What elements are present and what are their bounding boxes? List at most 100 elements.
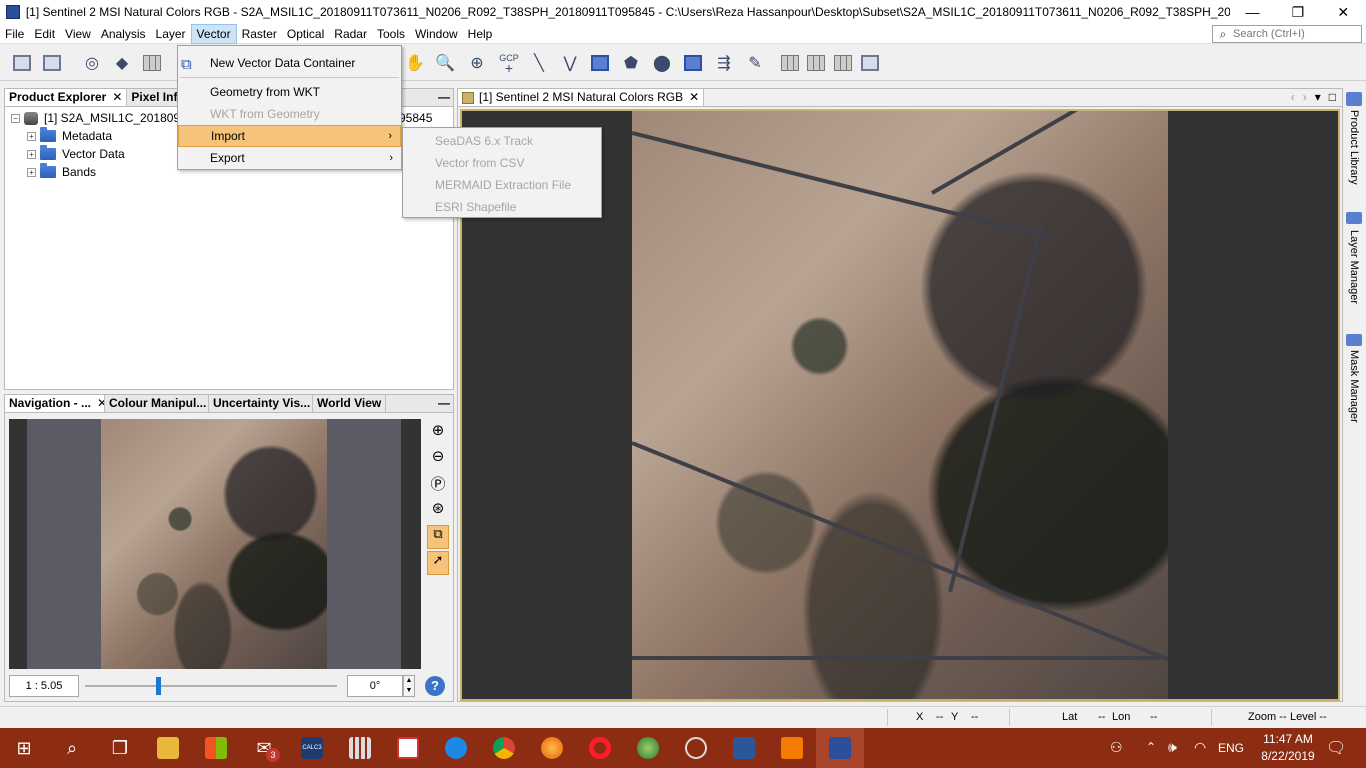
globe-app-icon[interactable] — [672, 728, 720, 768]
tab-colour-manipulation[interactable]: Colour Manipul... — [105, 395, 209, 412]
rotation-stepper[interactable]: ▲ ▼ — [403, 675, 415, 697]
tab-world-view[interactable]: World View — [313, 395, 387, 412]
sidebar-layer-manager[interactable]: Layer Manager — [1348, 230, 1360, 304]
menu-analysis[interactable]: Analysis — [96, 24, 151, 44]
file-explorer-icon[interactable] — [144, 728, 192, 768]
menu-edit[interactable]: Edit — [29, 24, 60, 44]
sync-app-icon[interactable] — [432, 728, 480, 768]
menu-window[interactable]: Window — [410, 24, 463, 44]
snap-taskbar-icon[interactable] — [816, 728, 864, 768]
close-icon[interactable]: ✕ — [689, 89, 699, 106]
help-icon[interactable]: ? — [425, 676, 445, 696]
search-icon[interactable]: ⌕ — [48, 728, 96, 768]
zoom-in-icon[interactable]: ⊕ — [427, 421, 449, 447]
tree-node-vector-data[interactable]: + Vector Data — [27, 145, 125, 163]
clock-date[interactable]: 8/22/2019 — [1256, 749, 1320, 763]
magic-wand-icon[interactable]: ✎ — [743, 51, 767, 75]
menu-layer[interactable]: Layer — [151, 24, 191, 44]
product-node[interactable]: − [1] S2A_MSIL1C_2018091 — [11, 109, 187, 127]
minimize-button[interactable]: — — [1230, 0, 1275, 24]
scroll-right-icon[interactable]: › — [1303, 89, 1307, 106]
clock-time[interactable]: 11:47 AM — [1256, 732, 1320, 746]
minimize-panel-button[interactable]: — — [435, 395, 453, 412]
sidebar-mask-manager[interactable]: Mask Manager — [1348, 350, 1360, 423]
people-icon[interactable]: ⚇ — [1110, 739, 1123, 756]
tile-vertical-icon[interactable] — [831, 51, 855, 75]
save-product-icon[interactable] — [40, 51, 64, 75]
pan-tool-icon[interactable]: ✋ — [403, 51, 427, 75]
tab-navigation[interactable]: Navigation - ...✕ — [5, 395, 105, 412]
tree-node-metadata[interactable]: + Metadata — [27, 127, 112, 145]
calc-app-icon[interactable]: CALC3 — [288, 728, 336, 768]
earth-app-icon[interactable] — [624, 728, 672, 768]
rotation-field[interactable]: 0° — [347, 675, 403, 697]
navigation-overview[interactable] — [9, 419, 421, 669]
pdf-reader-icon[interactable] — [768, 728, 816, 768]
close-icon[interactable]: ✕ — [97, 396, 104, 410]
pdf-app-icon[interactable] — [384, 728, 432, 768]
menu-raster[interactable]: Raster — [237, 24, 282, 44]
magic-wand-select-icon[interactable] — [681, 51, 705, 75]
tab-image-view[interactable]: [1] Sentinel 2 MSI Natural Colors RGB ✕ — [458, 89, 705, 106]
zoom-all-icon[interactable]: ⊛ — [427, 499, 449, 525]
expand-icon[interactable]: + — [27, 149, 36, 159]
wifi-icon[interactable]: ◠ — [1194, 739, 1206, 756]
tile-evenly-icon[interactable] — [778, 51, 802, 75]
calculator-icon[interactable] — [336, 728, 384, 768]
menu-optical[interactable]: Optical — [282, 24, 329, 44]
pin-tool-icon[interactable]: ⊕ — [465, 51, 489, 75]
tile-horizontal-icon[interactable] — [804, 51, 828, 75]
tree-node-bands[interactable]: + Bands — [27, 163, 96, 181]
task-view-icon[interactable]: ❐ — [96, 728, 144, 768]
menu-item-import[interactable]: Import › — [178, 125, 401, 147]
restore-button[interactable]: ❐ — [1275, 0, 1320, 24]
zoom-tool-icon[interactable]: 🔍 — [433, 51, 457, 75]
gcp-tool-icon[interactable]: GCP + — [497, 51, 521, 75]
line-draw-icon[interactable]: ╲ — [527, 51, 551, 75]
tab-product-explorer[interactable]: Product Explorer ✕ — [5, 89, 128, 106]
close-button[interactable]: ✕ — [1321, 0, 1366, 24]
word-icon[interactable] — [720, 728, 768, 768]
menu-vector[interactable]: Vector — [190, 23, 237, 44]
rectangle-draw-icon[interactable] — [588, 51, 612, 75]
zoom-slider-track[interactable] — [85, 685, 337, 687]
menu-radar[interactable]: Radar — [329, 24, 372, 44]
zoom-pixel-icon[interactable]: Ⓟ — [427, 473, 449, 499]
range-finder-icon[interactable]: ⇶ — [712, 51, 736, 75]
tray-chevron-icon[interactable]: ⌃ — [1146, 740, 1156, 754]
polygon-draw-icon[interactable]: ⬟ — [619, 51, 643, 75]
sidebar-product-library[interactable]: Product Library — [1348, 110, 1360, 185]
menu-view[interactable]: View — [60, 24, 96, 44]
minimize-panel-button[interactable]: — — [435, 89, 453, 106]
menu-help[interactable]: Help — [463, 24, 498, 44]
language-indicator[interactable]: ENG — [1218, 741, 1244, 755]
volume-icon[interactable]: 🕪 — [1168, 739, 1177, 756]
grid-icon[interactable] — [140, 51, 164, 75]
search-input[interactable]: ⌕ Search (Ctrl+I) — [1212, 25, 1362, 43]
dropdown-icon[interactable]: ▾ — [1315, 89, 1321, 106]
tile-single-icon[interactable] — [858, 51, 882, 75]
menu-tools[interactable]: Tools — [372, 24, 410, 44]
expand-icon[interactable]: + — [27, 131, 36, 141]
expand-icon[interactable]: + — [27, 167, 36, 177]
scale-field[interactable]: 1 : 5.05 — [9, 675, 79, 697]
polyline-draw-icon[interactable]: ⋁ — [558, 51, 582, 75]
tab-uncertainty-visualisation[interactable]: Uncertainty Vis... — [209, 395, 313, 412]
collapse-icon[interactable]: − — [11, 113, 20, 123]
zoom-slider-thumb[interactable] — [155, 677, 161, 695]
sync-views-icon[interactable]: ⧉ — [427, 525, 449, 549]
menu-item-new-vector-data-container[interactable]: ⧉ New Vector Data Container — [178, 52, 401, 74]
ellipse-draw-icon[interactable]: ⬤ — [650, 51, 674, 75]
close-icon[interactable]: ✕ — [112, 90, 122, 104]
band-maths-icon[interactable]: ◎ — [80, 51, 104, 75]
zoom-out-icon[interactable]: ⊖ — [427, 447, 449, 473]
maximize-icon[interactable]: □ — [1329, 89, 1336, 106]
open-product-icon[interactable] — [10, 51, 34, 75]
firefox-icon[interactable] — [528, 728, 576, 768]
opera-icon[interactable] — [576, 728, 624, 768]
menu-file[interactable]: File — [0, 24, 29, 44]
menu-item-geometry-from-wkt[interactable]: Geometry from WKT — [178, 81, 401, 103]
scroll-left-icon[interactable]: ‹ — [1291, 89, 1295, 106]
chrome-icon[interactable] — [480, 728, 528, 768]
layer-icon[interactable]: ◆ — [110, 51, 134, 75]
